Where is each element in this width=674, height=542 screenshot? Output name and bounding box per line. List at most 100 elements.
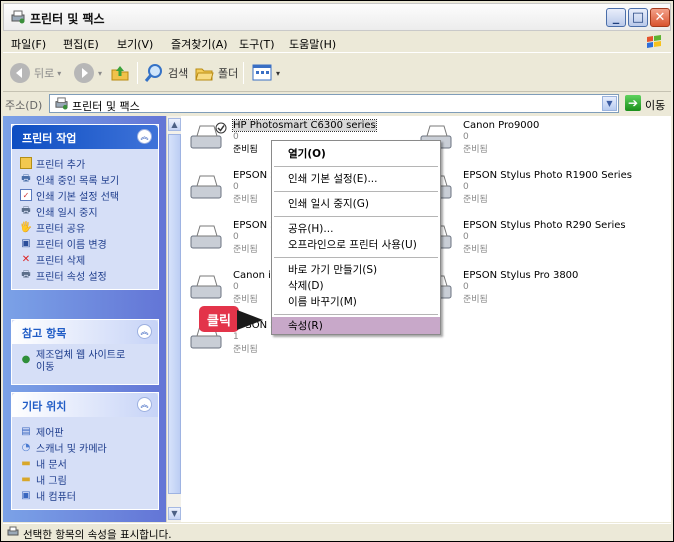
search-icon [144,64,162,82]
printer-status: 준비됨 [463,145,488,155]
address-input[interactable]: 프린터 및 팩스 ▼ [49,94,619,113]
context-menu: 열기(O) 인쇄 기본 설정(E)... 인쇄 일시 중지(G) 공유(H)..… [271,140,441,335]
pointer-arrow-icon [237,310,263,330]
place-scanners-cameras[interactable]: ◔ 스캐너 및 카메라 [20,439,154,455]
menu-item-share[interactable]: 공유(H)... [272,220,440,237]
up-folder-button[interactable] [109,60,131,86]
search-button[interactable]: 검색 [143,60,188,86]
menu-help[interactable]: 도움말(H) [289,36,336,52]
task-rename[interactable]: ▣ 프린터 이름 변경 [20,235,154,251]
globe-icon: ● [21,353,31,365]
properties-icon: 🖶 [21,268,31,280]
toolbar: 뒤로 ▾ ▾ 검색 폴더 ▾ [3,54,671,92]
pictures-folder-icon: ▬ [21,473,31,485]
task-properties[interactable]: 🖶 프린터 속성 설정 [20,267,154,283]
share-printer-icon: 🖐 [19,221,33,233]
menu-item-rename[interactable]: 이름 바꾸기(M) [272,293,440,310]
other-places-title: 기타 위치 [22,400,67,413]
views-button[interactable]: ▾ [251,60,280,86]
collapse-chevron-icon[interactable]: ︽ [137,397,152,412]
menu-item-pause[interactable]: 인쇄 일시 중지(G) [272,195,440,212]
maximize-button[interactable]: □ [628,8,648,27]
other-places-header[interactable]: 기타 위치 ︽ [12,393,158,417]
printer-item[interactable]: EPSON Stylus Photo R1900 Series 0 준비됨 [417,170,637,210]
place-my-computer[interactable]: ▣ 내 컴퓨터 [20,487,154,503]
see-also-header[interactable]: 참고 항목 ︽ [12,320,158,344]
forward-arrow-icon [74,63,94,83]
forward-dropdown-icon[interactable]: ▾ [98,69,102,78]
place-control-panel[interactable]: ▤ 제어판 [20,423,154,439]
task-preferences[interactable]: ✓ 인쇄 기본 설정 선택 [20,187,154,203]
menu-item-properties[interactable]: 속성(R) [272,317,440,334]
task-share[interactable]: 🖐 프린터 공유 [20,219,154,235]
menu-item-preferences[interactable]: 인쇄 기본 설정(E)... [272,170,440,187]
minimize-button[interactable]: _ [606,8,626,27]
place-my-documents[interactable]: ▬ 내 문서 [20,455,154,471]
printer-docs: 0 [233,232,239,242]
printer-docs: 0 [463,182,469,192]
printer-item[interactable]: EPSON Stylus Pro 3800 0 준비됨 [417,270,637,310]
task-pane-scrollbar[interactable]: ▲ ▼ [166,116,181,522]
menu-favorites[interactable]: 즐겨찾기(A) [171,36,228,52]
forward-button[interactable]: ▾ [73,60,102,86]
task-view-queue[interactable]: 🖶 인쇄 중인 목록 보기 [20,171,154,187]
place-my-pictures[interactable]: ▬ 내 그림 [20,471,154,487]
menu-item-shortcut[interactable]: 바로 가기 만들기(S) [272,261,440,278]
my-computer-icon: ▣ [21,489,31,501]
scroll-up-icon[interactable]: ▲ [168,118,181,131]
views-dropdown-icon: ▾ [276,68,281,78]
menu-separator [274,314,438,315]
menu-item-offline[interactable]: 오프라인으로 프린터 사용(U) [272,236,440,253]
folders-button[interactable]: 폴더 [193,60,238,86]
printer-name: EPSON Stylus Photo R1900 Series [463,170,632,181]
printer-item[interactable]: Canon Pro9000 0 준비됨 [417,120,637,160]
see-also-panel: 참고 항목 ︽ ● 제조업체 웹 사이트로 이동 [11,319,159,385]
close-button[interactable]: ✕ [650,8,670,27]
maximize-icon: □ [631,10,645,25]
address-dropdown-icon[interactable]: ▼ [602,96,617,111]
task-pause[interactable]: 🖶 인쇄 일시 중지 [20,203,154,219]
control-panel-icon: ▤ [21,425,31,437]
printer-icon [7,526,19,536]
menu-separator [274,257,438,258]
back-arrow-icon [10,63,30,83]
menu-file[interactable]: 파일(F) [11,36,46,52]
go-arrow-icon[interactable]: ➔ [625,95,641,111]
task-manufacturer-site[interactable]: ● 제조업체 웹 사이트로 이동 [20,350,154,378]
printer-name: EPSON Stylus Photo R290 Series [463,220,626,231]
address-label: 주소(D) [5,99,43,112]
menu-view[interactable]: 보기(V) [117,36,153,52]
title-bar[interactable]: 프린터 및 팩스 _ □ ✕ [3,3,671,31]
scroll-thumb[interactable] [168,134,181,494]
task-delete[interactable]: ✕ 프린터 삭제 [20,251,154,267]
printer-status: 준비됨 [463,245,488,255]
printer-status: 준비됨 [233,295,258,305]
explorer-window: 프린터 및 팩스 _ □ ✕ 파일(F) 편집(E) 보기(V) 즐겨찾기(A)… [0,0,674,542]
toolbar-separator [137,62,138,84]
printer-status: 준비됨 [463,295,488,305]
printer-docs: 0 [233,132,239,142]
scroll-down-icon[interactable]: ▼ [168,507,181,520]
status-text: 선택한 항목의 속성을 표시합니다. [23,529,172,541]
rename-printer-icon: ▣ [21,237,31,249]
printer-status: 준비됨 [233,345,258,355]
printer-icon [11,10,25,24]
printer-tasks-header[interactable]: 프린터 작업 ︽ [12,125,158,149]
add-printer-icon [20,157,32,169]
printer-tasks-panel: 프린터 작업 ︽ 프린터 추가 🖶 인쇄 중인 목록 보기 ✓ 인쇄 기본 설정 선… [11,124,159,290]
go-button[interactable]: 이동 [645,97,665,113]
menu-tools[interactable]: 도구(T) [239,36,275,52]
collapse-chevron-icon[interactable]: ︽ [137,129,152,144]
printer-icon [190,175,222,199]
task-add-printer[interactable]: 프린터 추가 [20,155,154,171]
up-folder-icon [111,66,129,81]
menu-item-open[interactable]: 열기(O) [272,145,440,162]
back-dropdown-icon[interactable]: ▾ [57,69,61,78]
menu-edit[interactable]: 편집(E) [63,36,99,52]
printer-tasks-title: 프린터 작업 [22,132,77,145]
printer-item[interactable]: EPSON Stylus Photo R290 Series 0 준비됨 [417,220,637,260]
menu-item-delete[interactable]: 삭제(D) [272,277,440,294]
back-button[interactable]: 뒤로 ▾ [9,60,61,86]
collapse-chevron-icon[interactable]: ︽ [137,324,152,339]
delete-x-icon: ✕ [21,253,31,265]
